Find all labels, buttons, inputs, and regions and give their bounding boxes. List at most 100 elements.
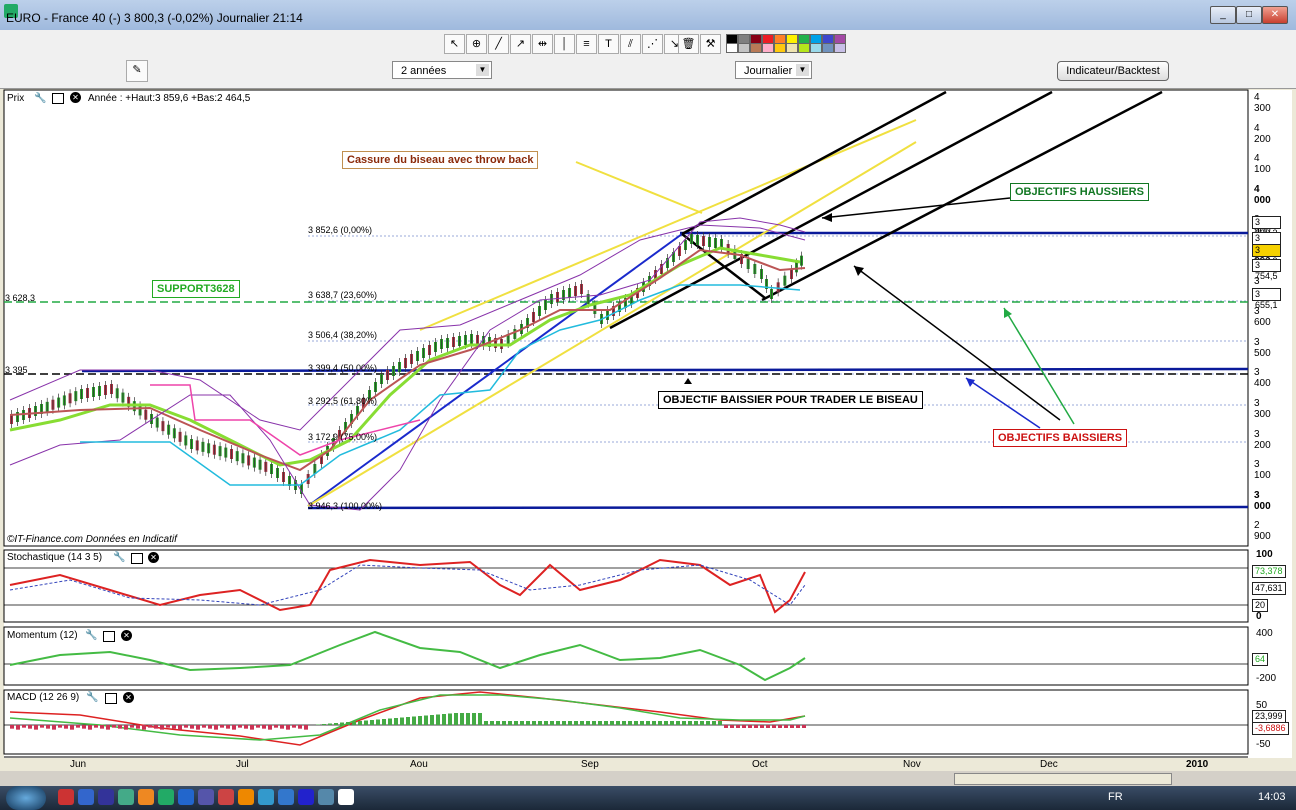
channel-line [681,90,947,236]
taskbar-app-icon[interactable] [318,789,334,805]
stoch-y-top: 100 [1256,549,1273,560]
taskbar-app-icon[interactable] [198,789,214,805]
window-icon[interactable] [103,631,115,642]
macd-histogram-bar [712,721,716,725]
stoch-d [9,564,806,606]
macd-histogram-bar [526,721,530,725]
macd-histogram-bar [652,721,656,725]
macd-histogram-bar [472,713,476,725]
fib-label: 3 946,3 (100,00%) [308,501,383,511]
macd-histogram-bar [172,725,176,729]
macd-histogram-bar [514,721,518,725]
macd-histogram-bar [382,719,386,725]
price-box: 3 890,3 [1252,216,1281,238]
window-icon[interactable] [52,93,64,104]
taskbar-app-icon[interactable] [78,789,94,805]
wrench-icon[interactable]: 🔧 [113,552,125,563]
macd-histogram-bar [298,725,302,729]
macd-histogram-bar [148,725,152,728]
price-panel-title: Prix [7,93,25,104]
macd-histogram-bar [214,725,218,730]
stoch-panel-frame [3,549,1249,623]
macd-histogram-bar [250,725,254,730]
taskbar-app-icon[interactable] [238,789,254,805]
macd-histogram-bar [244,725,248,729]
macd-histogram-bar [304,725,308,730]
macd-histogram-bar [190,725,194,729]
close-icon[interactable]: ✕ [70,92,81,103]
macd-histogram-bar [322,724,326,725]
macd-histogram-bar [556,721,560,725]
language-indicator[interactable]: FR [1108,791,1123,803]
price-panel-frame [3,89,1249,547]
window-icon[interactable] [131,553,143,564]
momentum-y-top: 400 [1256,628,1273,639]
arrow-head [1004,308,1012,318]
macd-histogram-bar [508,721,512,725]
momentum-box: 64 [1252,653,1269,666]
macd-histogram-bar [802,725,806,728]
taskbar-app-icon[interactable] [178,789,194,805]
stoch-panel-title: Stochastique (14 3 5) [7,552,103,563]
macd-histogram-bar [706,721,710,725]
taskbar-app-icon[interactable] [98,789,114,805]
taskbar-app-icon[interactable] [58,789,74,805]
taskbar-app-icon[interactable] [118,789,134,805]
macd-histogram-bar [724,725,728,728]
scroll-thumb[interactable] [954,773,1172,785]
macd-histogram-bar [352,721,356,725]
ma-green [9,246,801,467]
wrench-icon[interactable]: 🔧 [34,93,46,104]
macd-histogram-bar [736,725,740,728]
taskbar-app-icon[interactable] [138,789,154,805]
macd-histogram-bar [550,721,554,725]
price-series [9,217,806,511]
start-button[interactable] [6,786,46,810]
taskbar-app-icon[interactable] [298,789,314,805]
macd-histogram-bar [796,725,800,728]
stoch-box: 20 [1252,599,1269,612]
macd-histogram-bar [280,725,284,729]
macd-histogram-bar [418,716,422,725]
close-icon[interactable]: ✕ [123,692,134,703]
macd-histogram-bar [334,723,338,725]
taskbar-app-icon[interactable] [278,789,294,805]
close-icon[interactable]: ✕ [121,630,132,641]
macd-histogram-bar [232,725,236,730]
macd-histogram-bar [682,721,686,725]
macd-histogram-bar [574,721,578,725]
stoch-box: 47,631 [1252,582,1286,595]
close-icon[interactable]: ✕ [148,552,159,563]
y-axis-label: 4 000 [1254,183,1271,206]
macd-histogram-bar [238,725,242,728]
macd-histogram-bar [142,725,146,730]
macd-histogram-bar [562,721,566,725]
wrench-icon[interactable]: 🔧 [86,692,98,703]
macd-histogram-bar [754,725,758,728]
macd-box: -3,6886 [1252,722,1289,735]
taskbar-app-icon[interactable] [338,789,354,805]
clock[interactable]: 14:03 [1258,791,1286,803]
price-info: Année : +Haut:3 859,6 +Bas:2 464,5 [88,93,251,104]
macd-histogram-bar [592,721,596,725]
macd-histogram-bar [730,725,734,728]
x-axis-label: 2010 [1186,759,1209,770]
y-axis-label: 4 100 [1254,153,1271,176]
annotation-baissiers: OBJECTIFS BAISSIERS [993,429,1128,447]
macd-histogram-bar [448,713,452,725]
macd-histogram-bar [460,713,464,725]
annotation-support: SUPPORT3628 [152,280,240,298]
macd-histogram-bar [82,725,86,729]
macd-histogram-bar [274,725,278,728]
macd-histogram-bar [58,725,62,728]
window-icon[interactable] [105,693,117,704]
price-box: 3 655,1 [1252,288,1281,310]
taskbar-app-icon[interactable] [258,789,274,805]
x-axis-label: Aou [410,759,428,770]
taskbar-app-icon[interactable] [158,789,174,805]
wrench-icon[interactable]: 🔧 [85,630,97,641]
macd-histogram-bar [184,725,188,728]
macd-panel-title: MACD (12 26 9) [7,692,80,703]
taskbar-app-icon[interactable] [218,789,234,805]
macd-histogram-bar [292,725,296,728]
